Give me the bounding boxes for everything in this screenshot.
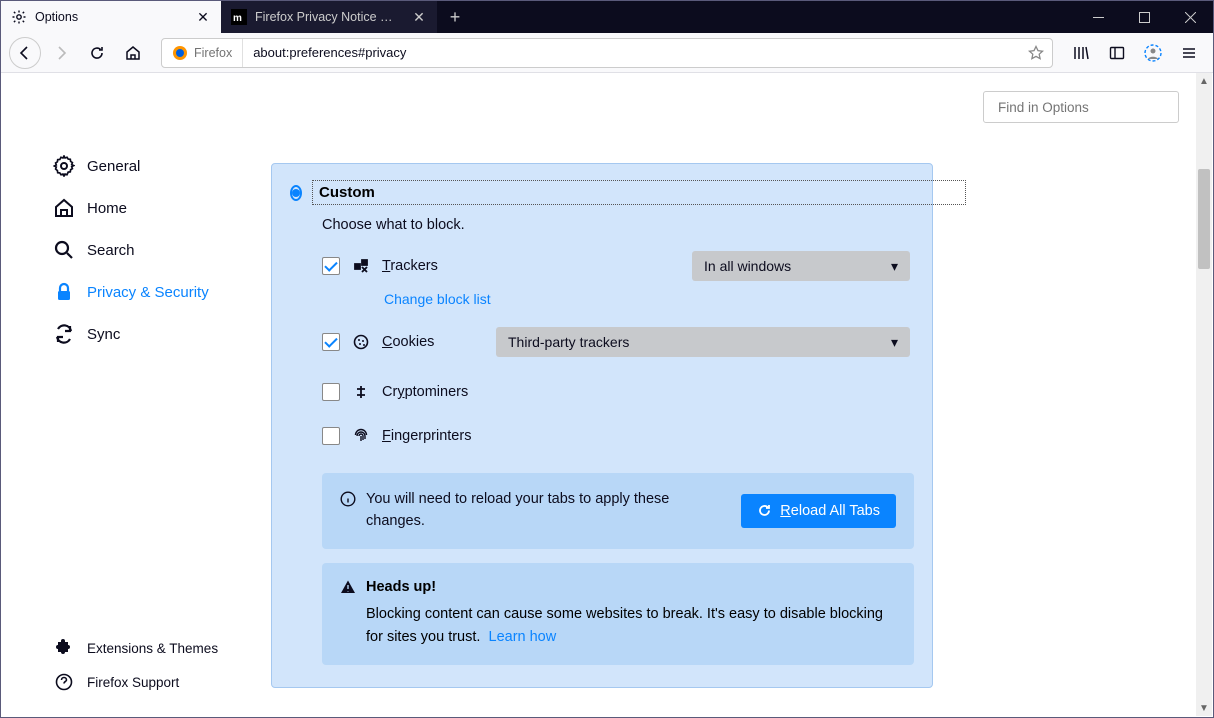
find-input[interactable]: [998, 100, 1175, 115]
categories-sidebar: General Home Search Privacy & Security S…: [1, 73, 261, 717]
forward-button[interactable]: [45, 37, 77, 69]
reload-icon: [757, 503, 772, 518]
sidebar-item-label: Firefox Support: [87, 675, 179, 690]
home-icon: [53, 197, 75, 219]
tab-label: Firefox Privacy Notice — Mozilla: [255, 10, 403, 24]
back-button[interactable]: [9, 37, 41, 69]
option-label: Fingerprinters: [382, 428, 471, 444]
dropdown-value: In all windows: [704, 258, 791, 274]
option-cryptominers: Cryptominers: [322, 383, 914, 401]
cryptominers-icon: [352, 383, 370, 401]
identity-box[interactable]: Firefox: [162, 39, 243, 67]
sidebar-item-label: Search: [87, 242, 135, 259]
scroll-thumb[interactable]: [1198, 169, 1210, 269]
svg-text:m: m: [233, 13, 242, 24]
lock-icon: [53, 281, 75, 303]
window-controls: [1075, 1, 1213, 33]
change-blocklist-link[interactable]: Change block list: [384, 291, 491, 307]
sidebar-item-extensions[interactable]: Extensions & Themes: [41, 631, 261, 665]
info-icon: [340, 491, 356, 507]
dropdown-trackers-scope[interactable]: In all windows ▾: [692, 251, 910, 281]
checkbox-cryptominers[interactable]: [322, 383, 340, 401]
sidebar-item-search[interactable]: Search: [41, 229, 261, 271]
maximize-button[interactable]: [1121, 1, 1167, 33]
panel-subtitle: Choose what to block.: [322, 217, 914, 233]
sidebar-item-support[interactable]: Firefox Support: [41, 665, 261, 699]
sidebar-item-label: Privacy & Security: [87, 284, 209, 301]
url-bar[interactable]: Firefox: [161, 38, 1053, 68]
tab-privacy-notice[interactable]: m Firefox Privacy Notice — Mozilla ✕: [221, 1, 437, 33]
option-trackers: Trackers In all windows ▾: [322, 251, 914, 281]
option-label: Trackers: [382, 258, 438, 274]
tab-options[interactable]: Options ✕: [1, 1, 221, 33]
minimize-button[interactable]: [1075, 1, 1121, 33]
option-fingerprinters: Fingerprinters: [322, 427, 914, 445]
identity-label: Firefox: [194, 46, 232, 60]
sidebar-item-sync[interactable]: Sync: [41, 313, 261, 355]
reload-info: You will need to reload your tabs to app…: [322, 473, 914, 549]
dropdown-cookies-scope[interactable]: Third-party trackers ▾: [496, 327, 910, 357]
fingerprint-icon: [352, 427, 370, 445]
nav-toolbar: Firefox: [1, 33, 1213, 73]
reload-message: You will need to reload your tabs to app…: [366, 489, 725, 533]
reload-all-tabs-button[interactable]: Reload All Tabs: [741, 494, 896, 528]
gear-icon: [53, 155, 75, 177]
close-window-button[interactable]: [1167, 1, 1213, 33]
firefox-icon: [172, 45, 188, 61]
help-icon: [53, 671, 75, 693]
sidebar-item-label: Sync: [87, 326, 120, 343]
learn-how-link[interactable]: Learn how: [489, 629, 557, 645]
option-label: Cryptominers: [382, 384, 468, 400]
sidebar-item-label: Home: [87, 200, 127, 217]
chevron-down-icon: ▾: [891, 258, 898, 275]
profile-icon[interactable]: [1137, 37, 1169, 69]
sidebar-item-home[interactable]: Home: [41, 187, 261, 229]
chevron-down-icon: ▾: [891, 334, 898, 351]
tab-label: Options: [35, 10, 187, 24]
tab-strip: Options ✕ m Firefox Privacy Notice — Moz…: [1, 1, 1075, 33]
checkbox-trackers[interactable]: [322, 257, 340, 275]
heads-up-warning: Heads up! Blocking content can cause som…: [322, 563, 914, 665]
url-input[interactable]: [243, 45, 1020, 60]
menu-button[interactable]: [1173, 37, 1205, 69]
home-button[interactable]: [117, 37, 149, 69]
search-icon: [53, 239, 75, 261]
warning-body: Blocking content can cause some websites…: [366, 606, 883, 645]
custom-blocking-panel: Custom Choose what to block. Trackers In…: [271, 163, 933, 688]
preferences-content: General Home Search Privacy & Security S…: [1, 73, 1213, 717]
warning-icon: [340, 579, 356, 595]
close-icon[interactable]: ✕: [411, 9, 427, 25]
mozilla-icon: m: [231, 9, 247, 25]
reload-button[interactable]: [81, 37, 113, 69]
vertical-scrollbar[interactable]: ▲ ▼: [1196, 73, 1212, 716]
warning-title: Heads up!: [366, 579, 436, 595]
panel-title: Custom: [312, 180, 966, 205]
new-tab-button[interactable]: +: [437, 1, 473, 33]
sync-icon: [53, 323, 75, 345]
sidebar-item-general[interactable]: General: [41, 145, 261, 187]
main-pane: Custom Choose what to block. Trackers In…: [261, 73, 1213, 717]
checkbox-cookies[interactable]: [322, 333, 340, 351]
scroll-down-arrow[interactable]: ▼: [1196, 700, 1212, 716]
option-label: Cookies: [382, 334, 434, 350]
cookies-icon: [352, 333, 370, 351]
find-in-options[interactable]: [983, 91, 1179, 123]
radio-custom[interactable]: [290, 185, 302, 201]
trackers-icon: [352, 257, 370, 275]
bookmark-star-icon[interactable]: [1020, 45, 1052, 61]
dropdown-value: Third-party trackers: [508, 334, 629, 350]
checkbox-fingerprinters[interactable]: [322, 427, 340, 445]
option-cookies: Cookies Third-party trackers ▾: [322, 327, 914, 357]
close-icon[interactable]: ✕: [195, 9, 211, 25]
library-icon[interactable]: [1065, 37, 1097, 69]
sidebar-item-label: General: [87, 158, 140, 175]
gear-icon: [11, 9, 27, 25]
sidebar-icon[interactable]: [1101, 37, 1133, 69]
sidebar-item-label: Extensions & Themes: [87, 641, 218, 656]
scroll-up-arrow[interactable]: ▲: [1196, 73, 1212, 89]
sidebar-item-privacy[interactable]: Privacy & Security: [41, 271, 261, 313]
titlebar: Options ✕ m Firefox Privacy Notice — Moz…: [1, 1, 1213, 33]
puzzle-icon: [53, 637, 75, 659]
